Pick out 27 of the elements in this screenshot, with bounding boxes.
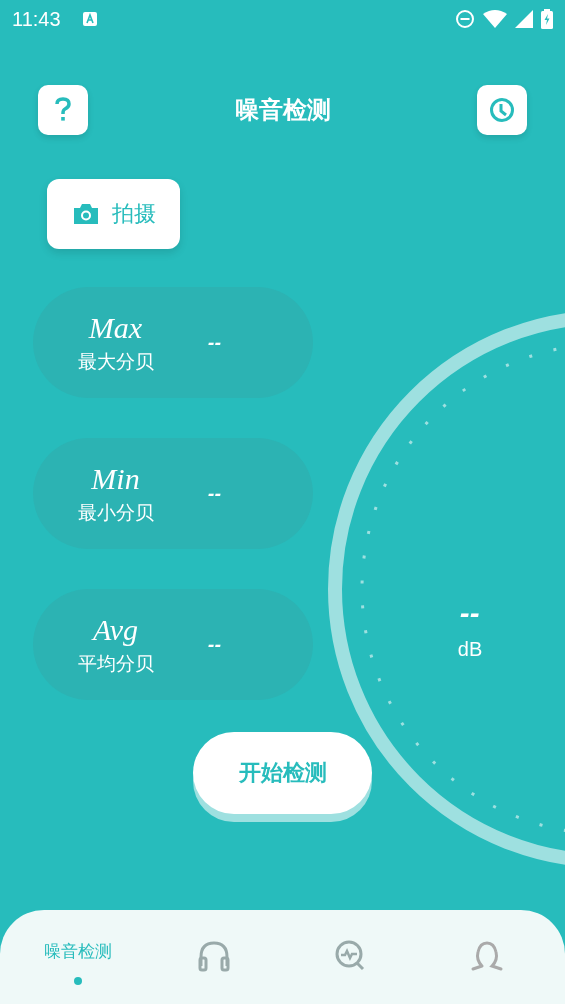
do-not-disturb-icon (455, 9, 475, 29)
history-button[interactable] (477, 85, 527, 135)
stat-name: Avg (93, 612, 138, 647)
clock-icon (489, 97, 515, 123)
status-time: 11:43 (12, 7, 61, 31)
help-button[interactable] (38, 85, 88, 135)
question-mark-icon (54, 97, 72, 123)
camera-button[interactable]: 拍摄 (47, 179, 180, 249)
stat-value: -- (208, 484, 222, 503)
stat-name: Min (91, 461, 140, 496)
stat-label: 最小分贝 (77, 499, 154, 525)
nav-tab[interactable]: 噪音检测 (10, 910, 147, 1004)
signal-icon (515, 10, 533, 28)
stat-label: 最大分贝 (77, 348, 154, 374)
stat-name: Max (88, 310, 143, 345)
stat-value: -- (208, 635, 222, 654)
stat-label: 平均分贝 (77, 650, 154, 676)
keyboard-icon (82, 12, 97, 26)
headphones-icon (197, 940, 232, 972)
gauge-value: -- (460, 600, 480, 628)
wifi-icon (483, 10, 507, 28)
page-title: 噪音检测 (234, 95, 331, 126)
gauge-unit: dB (457, 638, 483, 661)
user-icon (469, 940, 504, 972)
stat-value: -- (208, 333, 222, 352)
camera-icon (71, 203, 100, 225)
battery-icon (541, 9, 553, 29)
